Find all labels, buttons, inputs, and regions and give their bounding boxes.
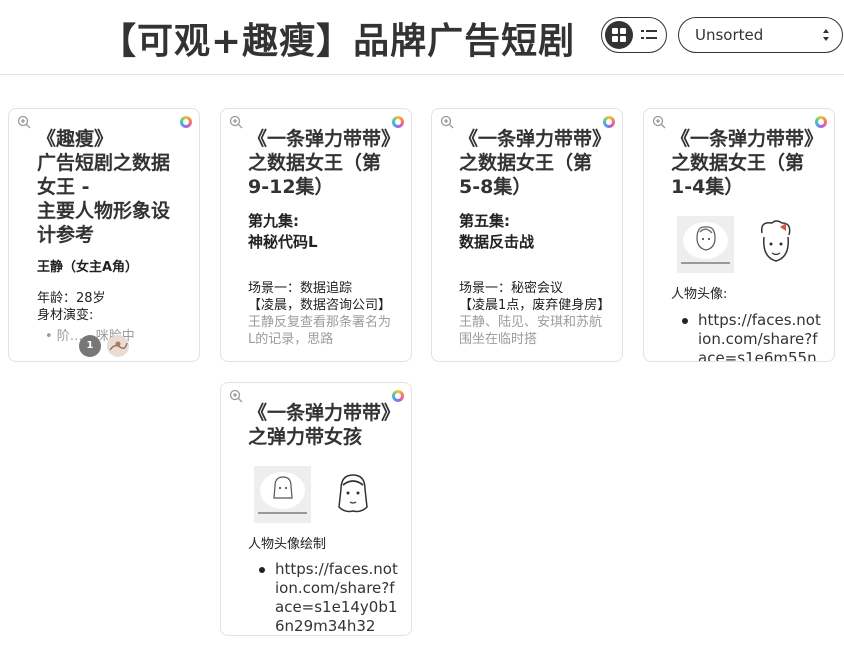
avatar-sketch [338,474,368,513]
card-resistance-band-girl[interactable]: 《一条弹力带带》之弹力带女孩 人物头像绘制 https://faces.noti… [220,382,412,636]
card-faded-text: 王静、陆见、安琪和苏航围坐在临时搭 [459,315,603,347]
sort-select[interactable]: Unsorted [678,17,843,53]
card-scene: 场景一：秘密会议 [459,281,564,296]
page-count-badge: 1 [79,335,101,357]
card-title: 《一条弹力带带》之弹力带女孩 [248,402,391,448]
avatar [107,335,129,357]
card-episode: 第五集: 数据反击战 [459,212,535,251]
card-body-label: 身材演变: [37,308,94,323]
card-setting: 【凌晨1点，废弃健身房】 [459,298,611,313]
card-qushou-data-queen[interactable]: 《趣瘦》 广告短剧之数据女王 - 主要人物形象设计参考 王静（女主A角） 年龄：… [8,108,200,362]
zoom-icon[interactable] [652,115,666,129]
card-faded-text: 王静反复查看那条署名为L的记录，思路 [248,315,392,347]
top-bar: 【可观+趣瘦】品牌广告短剧 Unsorted [0,0,844,75]
card-title: 《一条弹力带带》之数据女王（第5-8集） [459,128,602,198]
card-episode: 第九集: 神秘代码L [248,212,318,251]
zoom-icon[interactable] [229,389,243,403]
card-data-queen-ep1-4[interactable]: 《一条弹力带带》之数据女王（第1-4集） 人物头像: https://faces… [643,108,835,362]
grid-view-icon[interactable] [605,21,633,49]
card-scene: 场景一：数据追踪 [248,281,353,296]
sort-value: Unsorted [695,26,764,44]
card-title: 《一条弹力带带》之数据女王（第9-12集） [248,128,391,198]
avatar-thumbnail [254,466,311,523]
card-setting: 【凌晨，数据咨询公司】 [248,298,392,313]
avatar-sketch [760,220,791,262]
zoom-icon[interactable] [229,115,243,129]
page-title: 【可观+趣瘦】品牌广告短剧 [100,21,576,62]
list-view-icon[interactable] [641,27,657,43]
card-data-queen-ep9-12[interactable]: 《一条弹力带带》之数据女王（第9-12集） 第九集: 神秘代码L 场景一：数据追… [220,108,412,362]
avatar-thumbnail [677,216,734,273]
up-down-caret-icon [823,29,829,41]
card-label: 人物头像绘制 [248,537,327,552]
card-title: 《一条弹力带带》之数据女王（第1-4集） [671,128,814,198]
zoom-icon[interactable] [17,115,31,129]
card-subtitle: 王静（女主A角） [37,260,139,275]
card-title: 《趣瘦》 广告短剧之数据女王 - 主要人物形象设计参考 [37,128,171,246]
card-link[interactable]: https://faces.notion.com/share?face=s1e6… [671,311,821,361]
view-toggle[interactable] [601,17,667,53]
card-link[interactable]: https://faces.notion.com/share?face=s1e1… [248,560,398,635]
card-data-queen-ep5-8[interactable]: 《一条弹力带带》之数据女王（第5-8集） 第五集: 数据反击战 场景一：秘密会议… [431,108,623,362]
zoom-icon[interactable] [440,115,454,129]
card-label: 人物头像: [671,287,728,302]
card-age: 年龄：28岁 [37,291,106,306]
